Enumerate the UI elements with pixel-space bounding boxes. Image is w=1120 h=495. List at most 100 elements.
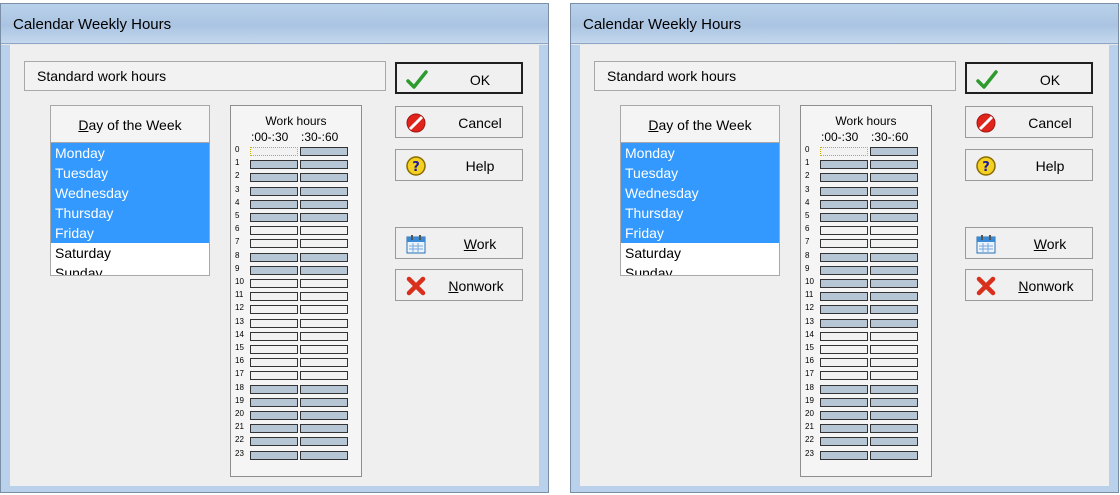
hour-cell-second-half[interactable] bbox=[870, 450, 918, 460]
hour-cell-first-half[interactable] bbox=[820, 213, 868, 222]
hour-cell-first-half[interactable] bbox=[820, 305, 868, 315]
day-item-friday[interactable]: Friday bbox=[51, 223, 209, 243]
hour-cell-second-half[interactable] bbox=[300, 437, 348, 447]
hour-cell-first-half[interactable] bbox=[250, 345, 298, 354]
day-of-week-header[interactable]: Day of the Week bbox=[50, 105, 210, 143]
hour-cell-second-half[interactable] bbox=[870, 252, 918, 262]
hour-cell-first-half[interactable] bbox=[820, 371, 868, 381]
hour-cell-second-half[interactable] bbox=[300, 252, 348, 262]
hour-cell-first-half[interactable] bbox=[250, 358, 298, 368]
hour-cell-second-half[interactable] bbox=[870, 384, 918, 394]
hour-cell-first-half[interactable] bbox=[250, 239, 298, 249]
hour-cell-second-half[interactable] bbox=[300, 384, 348, 394]
hour-cell-first-half[interactable] bbox=[820, 279, 868, 288]
ok-button[interactable]: OK bbox=[395, 62, 523, 94]
hour-cell-second-half[interactable] bbox=[870, 397, 918, 407]
hour-cell-first-half[interactable] bbox=[820, 450, 868, 460]
nonwork-button[interactable]: Nonwork bbox=[965, 269, 1093, 301]
hour-cell-first-half[interactable] bbox=[250, 424, 298, 434]
hour-cell-second-half[interactable] bbox=[300, 279, 348, 288]
hour-cell-first-half[interactable] bbox=[250, 160, 298, 170]
hour-cell-first-half[interactable] bbox=[820, 160, 868, 170]
hour-cell-second-half[interactable] bbox=[870, 424, 918, 434]
day-item-wednesday[interactable]: Wednesday bbox=[621, 183, 779, 203]
hour-cell-first-half[interactable] bbox=[250, 292, 298, 302]
hour-cell-second-half[interactable] bbox=[300, 226, 348, 236]
day-of-week-header[interactable]: Day of the Week bbox=[620, 105, 780, 143]
work-button[interactable]: Work bbox=[965, 227, 1093, 259]
hour-cell-first-half[interactable] bbox=[250, 279, 298, 288]
hour-cell-second-half[interactable] bbox=[300, 397, 348, 407]
day-item-thursday[interactable]: Thursday bbox=[621, 203, 779, 223]
hour-cell-first-half[interactable] bbox=[250, 437, 298, 447]
day-item-monday[interactable]: Monday bbox=[621, 143, 779, 163]
hour-cell-first-half[interactable] bbox=[820, 186, 868, 196]
hour-cell-first-half[interactable] bbox=[820, 199, 868, 209]
title-bar[interactable]: Calendar Weekly Hours bbox=[1, 4, 548, 44]
hour-cell-second-half[interactable] bbox=[300, 358, 348, 368]
hour-cell-second-half[interactable] bbox=[300, 147, 348, 156]
hour-cell-second-half[interactable] bbox=[300, 318, 348, 328]
hour-cell-first-half[interactable] bbox=[820, 147, 868, 156]
hour-cell-second-half[interactable] bbox=[300, 199, 348, 209]
hour-cell-first-half[interactable] bbox=[250, 265, 298, 275]
day-item-sunday[interactable]: Sunday bbox=[51, 263, 209, 275]
hour-cell-second-half[interactable] bbox=[870, 279, 918, 288]
hour-cell-first-half[interactable] bbox=[820, 397, 868, 407]
hour-cell-first-half[interactable] bbox=[820, 239, 868, 249]
nonwork-button[interactable]: Nonwork bbox=[395, 269, 523, 301]
hour-cell-second-half[interactable] bbox=[870, 186, 918, 196]
hour-cell-first-half[interactable] bbox=[820, 292, 868, 302]
hour-cell-first-half[interactable] bbox=[250, 331, 298, 341]
day-item-saturday[interactable]: Saturday bbox=[621, 243, 779, 263]
hour-cell-first-half[interactable] bbox=[250, 384, 298, 394]
day-item-sunday[interactable]: Sunday bbox=[621, 263, 779, 275]
work-button[interactable]: Work bbox=[395, 227, 523, 259]
hour-cell-first-half[interactable] bbox=[250, 305, 298, 315]
hour-cell-first-half[interactable] bbox=[820, 424, 868, 434]
hour-cell-second-half[interactable] bbox=[300, 160, 348, 170]
day-list[interactable]: Monday Tuesday Wednesday Thursday Friday Satu… bbox=[620, 142, 780, 276]
hour-cell-second-half[interactable] bbox=[300, 331, 348, 341]
title-bar[interactable]: Calendar Weekly Hours bbox=[571, 4, 1118, 44]
hour-cell-second-half[interactable] bbox=[870, 226, 918, 236]
hour-cell-first-half[interactable] bbox=[820, 331, 868, 341]
hour-cell-second-half[interactable] bbox=[870, 265, 918, 275]
hour-cell-second-half[interactable] bbox=[300, 292, 348, 302]
day-item-tuesday[interactable]: Tuesday bbox=[621, 163, 779, 183]
hour-cell-first-half[interactable] bbox=[820, 265, 868, 275]
day-item-monday[interactable]: Monday bbox=[51, 143, 209, 163]
day-item-thursday[interactable]: Thursday bbox=[51, 203, 209, 223]
hour-cell-second-half[interactable] bbox=[300, 173, 348, 183]
day-item-friday[interactable]: Friday bbox=[621, 223, 779, 243]
hour-cell-second-half[interactable] bbox=[870, 173, 918, 183]
hour-cell-second-half[interactable] bbox=[300, 186, 348, 196]
hour-cell-second-half[interactable] bbox=[870, 305, 918, 315]
hour-cell-first-half[interactable] bbox=[820, 173, 868, 183]
hour-cell-first-half[interactable] bbox=[820, 318, 868, 328]
hour-cell-second-half[interactable] bbox=[870, 199, 918, 209]
hour-cell-second-half[interactable] bbox=[870, 160, 918, 170]
hour-cell-first-half[interactable] bbox=[250, 252, 298, 262]
hour-cell-first-half[interactable] bbox=[820, 437, 868, 447]
hour-cell-first-half[interactable] bbox=[250, 226, 298, 236]
cancel-button[interactable]: Cancel bbox=[395, 106, 523, 138]
hour-cell-second-half[interactable] bbox=[300, 371, 348, 381]
hour-cell-first-half[interactable] bbox=[250, 371, 298, 381]
hour-cell-second-half[interactable] bbox=[870, 239, 918, 249]
day-item-tuesday[interactable]: Tuesday bbox=[51, 163, 209, 183]
hour-cell-second-half[interactable] bbox=[300, 265, 348, 275]
hour-cell-first-half[interactable] bbox=[820, 358, 868, 368]
hour-cell-first-half[interactable] bbox=[250, 411, 298, 420]
help-button[interactable]: ? Help bbox=[965, 149, 1093, 181]
hour-cell-first-half[interactable] bbox=[250, 397, 298, 407]
hour-cell-first-half[interactable] bbox=[250, 199, 298, 209]
hour-cell-first-half[interactable] bbox=[250, 318, 298, 328]
hour-cell-first-half[interactable] bbox=[820, 226, 868, 236]
hour-cell-second-half[interactable] bbox=[300, 411, 348, 420]
hour-cell-first-half[interactable] bbox=[820, 384, 868, 394]
hour-cell-second-half[interactable] bbox=[300, 424, 348, 434]
hour-cell-second-half[interactable] bbox=[870, 437, 918, 447]
hour-cell-second-half[interactable] bbox=[870, 358, 918, 368]
hour-cell-second-half[interactable] bbox=[870, 318, 918, 328]
